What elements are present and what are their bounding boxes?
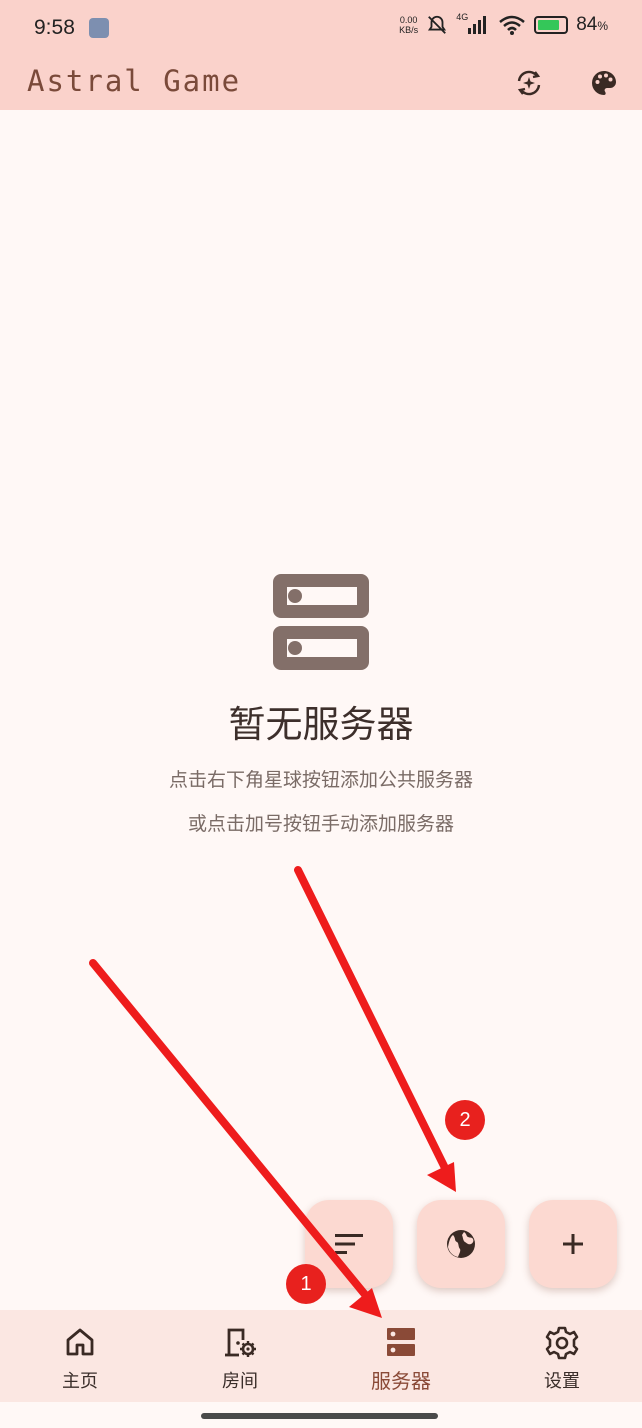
battery-icon [534, 16, 569, 34]
app-title: Astral Game [27, 64, 242, 98]
cell-signal-icon: 4G [456, 12, 490, 36]
nav-item-server[interactable]: 服务器 [321, 1310, 481, 1402]
server-icon [273, 574, 369, 670]
server-icon [387, 1328, 415, 1356]
gear-icon [545, 1326, 579, 1360]
status-icons: 0.00 KB/s 4G 84% [399, 12, 608, 36]
nav-item-settings[interactable]: 设置 [482, 1310, 642, 1402]
battery-level: 84 [576, 14, 598, 35]
nav-label-room: 房间 [222, 1371, 258, 1392]
home-icon [66, 1328, 94, 1356]
empty-line-2: 或点击加号按钮手动添加服务器 [187, 813, 454, 835]
bottom-nav: 主页 房间 服务器 设置 [0, 1310, 642, 1402]
annotation-badge-1: 1 [286, 1264, 326, 1304]
battery-unit: % [597, 19, 608, 33]
empty-line-1: 点击右下角星球按钮添加公共服务器 [168, 769, 473, 791]
empty-title: 暂无服务器 [228, 703, 414, 746]
nav-label-settings: 设置 [544, 1371, 580, 1392]
empty-state: 暂无服务器 点击右下角星球按钮添加公共服务器 或点击加号按钮手动添加服务器 [0, 560, 642, 846]
empty-description: 点击右下角星球按钮添加公共服务器 或点击加号按钮手动添加服务器 [0, 758, 642, 846]
annotation-badge-2: 2 [445, 1100, 485, 1140]
home-indicator[interactable] [201, 1413, 438, 1419]
nav-label-home: 主页 [62, 1371, 98, 1392]
globe-icon [447, 1230, 475, 1258]
wrench-icon [89, 18, 109, 38]
arrow-2-head [427, 1162, 456, 1192]
nav-item-home[interactable]: 主页 [0, 1310, 160, 1402]
bell-off-icon [428, 15, 447, 34]
room-settings-icon [225, 1328, 256, 1357]
sort-icon [335, 1234, 363, 1254]
status-time: 9:58 [34, 16, 75, 39]
network-speed: 0.00 KB/s [399, 15, 419, 35]
palette-icon[interactable] [586, 65, 622, 101]
add-server-button[interactable] [529, 1200, 617, 1288]
status-bar: 9:58 0.00 KB/s 4G 84% [0, 0, 642, 56]
arrow-2 [294, 866, 450, 1174]
nav-label-server: 服务器 [371, 1369, 431, 1393]
wifi-icon [499, 15, 525, 35]
sparkle-sync-icon[interactable] [511, 65, 547, 101]
plus-icon [563, 1234, 583, 1254]
nav-item-room[interactable]: 房间 [160, 1310, 320, 1402]
public-server-button[interactable] [417, 1200, 505, 1288]
app-bar: Astral Game [0, 56, 642, 110]
